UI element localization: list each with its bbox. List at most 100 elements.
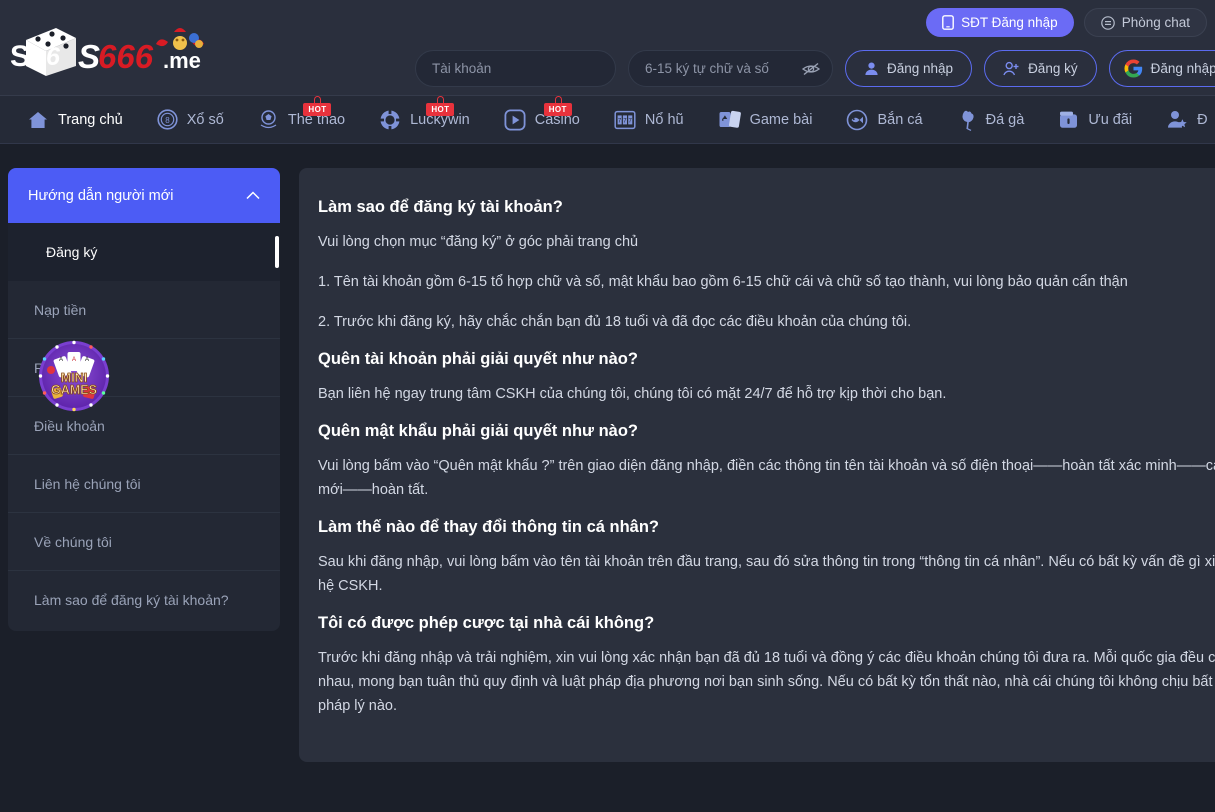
mobile-phone-icon (942, 15, 955, 30)
nav-label: Trang chủ (58, 111, 123, 128)
sidebar-item-label: Nạp tiền (34, 301, 87, 318)
password-field[interactable] (628, 50, 833, 87)
chat-bubble-icon (1100, 15, 1115, 30)
home-icon (27, 110, 49, 130)
poker-chip-icon (379, 109, 401, 131)
soccer-ball-icon (258, 109, 279, 130)
chat-room-label: Phòng chat (1121, 15, 1190, 30)
nav-item-ban-ca[interactable]: Bắn cá (829, 96, 939, 143)
register-button[interactable]: Đăng ký (984, 50, 1097, 87)
svg-text:666: 666 (98, 38, 154, 75)
chat-room-button[interactable]: Phòng chat (1083, 8, 1207, 37)
faq-answer: Trước khi đăng nhập và trải nghiệm, xin … (318, 650, 1215, 714)
chevron-up-icon[interactable] (246, 191, 260, 200)
nav-label: Xổ số (186, 111, 224, 128)
account-input[interactable] (432, 61, 599, 76)
hot-badge: HOT (426, 96, 456, 116)
nav-label: Đá gà (985, 111, 1025, 128)
nav-label: Game bài (749, 111, 813, 128)
login-button[interactable]: Đăng nhập (845, 50, 973, 87)
svg-text:.me: .me (163, 48, 201, 73)
password-input[interactable] (645, 61, 794, 76)
sidebar-item-label: Về chúng tôi (34, 533, 112, 550)
svg-text:8: 8 (165, 116, 170, 125)
header-top-actions: SĐT Đăng nhập Phòng chat (926, 8, 1207, 37)
nav-item-casino[interactable]: Casino HOT (487, 96, 597, 143)
sidebar-item-label: Liên hệ chúng tôi (34, 475, 141, 492)
playing-cards-icon (718, 109, 741, 130)
wallet-gift-icon (1058, 109, 1079, 130)
faq-question: Quên tài khoản phải giải quyết như nào? (318, 350, 638, 368)
sidebar-header-label: Hướng dẫn người mới (28, 187, 174, 204)
faq-answer: Bạn liên hệ ngay trung tâm CSKH của chún… (318, 386, 947, 402)
nav-label: Nổ hũ (644, 111, 684, 128)
login-label: Đăng nhập (887, 61, 954, 76)
user-plus-icon (1003, 61, 1020, 76)
sidebar-list: Đăng ký Nạp tiền Rút tiền Điều khoản Liê… (8, 223, 280, 631)
faq-answer: Sau khi đăng nhập, vui lòng bấm vào tên … (318, 554, 1215, 594)
eye-off-icon[interactable] (802, 62, 820, 76)
nav-item-the-thao[interactable]: Thể thao HOT (241, 96, 362, 143)
faq-question: Làm sao để đăng ký tài khoản? (318, 198, 563, 216)
svg-text:A: A (72, 357, 76, 363)
nav-item-xo-so[interactable]: 8 Xổ số (140, 96, 241, 143)
faq-answer: 2. Trước khi đăng ký, hãy chắc chắn bạn … (318, 314, 912, 330)
main-navigation: Trang chủ 8 Xổ số Thể thao HOT Luckywin … (0, 96, 1215, 144)
faq-answer: Vui lòng bấm vào “Quên mật khẩu ?” trên … (318, 458, 1215, 498)
site-logo[interactable]: 6 S S 666 .me (8, 18, 228, 80)
site-header: 6 S S 666 .me SĐT Đăng nhập Phòng chat T… (0, 0, 1215, 96)
faq-answer: 1. Tên tài khoản gồm 6-15 tổ hợp chữ và … (318, 274, 1128, 290)
google-login-label: Đăng nhập (1150, 61, 1215, 76)
hot-badge: HOT (543, 96, 574, 116)
faq-answer: Vui lòng chọn mục “đăng ký” ở góc phải t… (318, 234, 639, 250)
faq-content-panel: Làm sao để đăng ký tài khoản? Vui lòng c… (299, 168, 1215, 762)
faq-question: Làm thế nào để thay đổi thông tin cá nhâ… (318, 518, 660, 536)
nav-label: Ưu đãi (1088, 111, 1133, 128)
sidebar-item-ve-chung-toi[interactable]: Về chúng tôi (8, 513, 280, 571)
sidebar-header-huong-dan[interactable]: Hướng dẫn người mới (8, 168, 280, 223)
nav-label: Bắn cá (877, 111, 923, 128)
phone-login-label: SĐT Đăng nhập (961, 15, 1058, 30)
sidebar-item-lien-he-chung-toi[interactable]: Liên hệ chúng tôi (8, 455, 280, 513)
user-icon (864, 61, 879, 76)
nav-item-no-hu[interactable]: 777 Nổ hũ (597, 96, 701, 143)
nav-item-da-ga[interactable]: Đá gà (940, 96, 1042, 143)
user-star-icon (1166, 109, 1188, 130)
sidebar: Hướng dẫn người mới Đăng ký Nạp tiền Rút… (8, 168, 280, 631)
faq-question: Quên mật khẩu phải giải quyết như nào? (318, 422, 638, 440)
nav-label: Đ (1197, 111, 1208, 128)
account-field[interactable] (415, 50, 616, 87)
nav-item-uu-dai[interactable]: Ưu đãi (1041, 96, 1149, 143)
phone-login-button[interactable]: SĐT Đăng nhập (926, 8, 1074, 37)
hot-badge-label: HOT (543, 102, 572, 116)
nav-item-luckywin[interactable]: Luckywin HOT (362, 96, 487, 143)
hot-badge-label: HOT (303, 102, 332, 116)
sidebar-item-nap-tien[interactable]: Nạp tiền (8, 281, 280, 339)
google-logo-icon (1124, 59, 1143, 78)
minigames-floating-badge[interactable]: A A A MINI GAMES (38, 340, 110, 412)
sidebar-item-dang-ky[interactable]: Đăng ký (8, 223, 280, 281)
rooster-icon (957, 109, 977, 131)
hot-badge: HOT (303, 96, 333, 116)
sidebar-item-lam-sao-dang-ky[interactable]: Làm sao để đăng ký tài khoản? (8, 571, 280, 629)
lottery-ball-icon: 8 (157, 109, 178, 130)
play-circle-icon (504, 108, 526, 131)
hot-badge-label: HOT (426, 102, 455, 116)
svg-text:A: A (59, 357, 63, 363)
logo-artwork: 6 S S 666 .me (10, 28, 204, 76)
sidebar-item-label: Đăng ký (46, 244, 98, 260)
nav-item-game-bai[interactable]: Game bài (701, 96, 830, 143)
svg-text:S: S (10, 40, 30, 73)
minigames-badge-artwork: A A A MINI GAMES (38, 340, 110, 412)
svg-text:A: A (85, 357, 89, 363)
faq-question: Tôi có được phép cược tại nhà cái không? (318, 614, 655, 632)
google-login-button[interactable]: Đăng nhập (1108, 50, 1215, 87)
register-label: Đăng ký (1028, 61, 1078, 76)
auth-bar: Đăng nhập Đăng ký Đăng nhập (415, 50, 1215, 87)
nav-item-trang-chu[interactable]: Trang chủ (10, 96, 140, 143)
sidebar-item-label: Điều khoản (34, 417, 105, 434)
nav-item-dai-ly[interactable]: Đ (1149, 96, 1215, 143)
slot-machine-icon: 777 (614, 110, 636, 130)
svg-text:6: 6 (46, 43, 61, 71)
sidebar-item-label: Làm sao để đăng ký tài khoản? (34, 592, 229, 608)
